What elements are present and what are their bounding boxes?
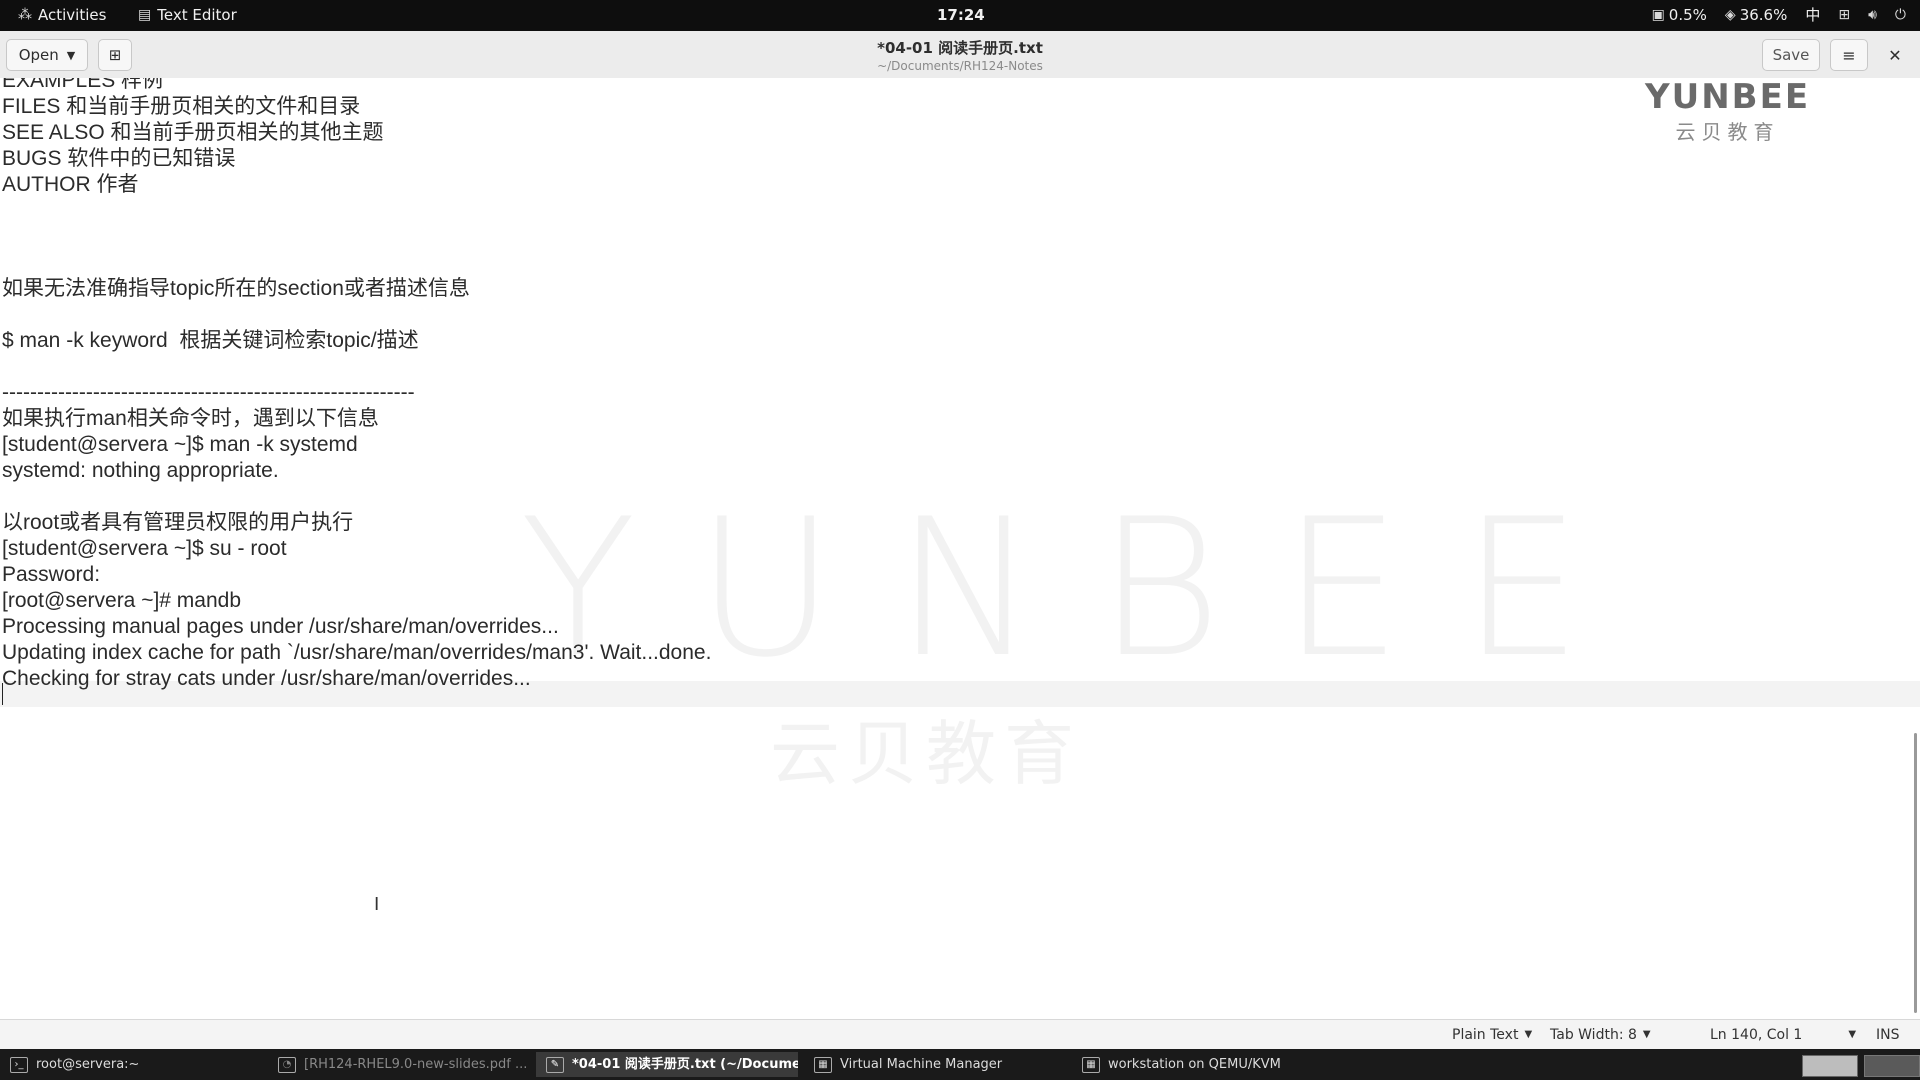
network-icon[interactable]: ⊞ <box>1838 0 1850 31</box>
text-editor-icon: ✎ <box>546 1056 564 1073</box>
close-icon: ✕ <box>1888 45 1902 65</box>
power-icon[interactable]: ⏻ <box>1895 0 1906 31</box>
cursor-position-label: Ln 140, Col 1 <box>1710 1027 1803 1043</box>
editor-line[interactable]: [student@servera ~]$ man -k systemd <box>2 432 711 458</box>
app-menu[interactable]: ▤ Text Editor <box>138 0 237 31</box>
taskbar-item-label: [RH124-RHEL9.0-new-slides.pdf ... <box>304 1057 528 1072</box>
editor-line[interactable]: $ man -k keyword 根据关键词检索topic/描述 <box>2 328 711 354</box>
editor-line[interactable]: FILES 和当前手册页相关的文件和目录 <box>2 94 711 120</box>
yunbee-logo: YUNBEE 云贝教育 <box>1645 78 1810 145</box>
watermark-cn-text: 云贝教育 <box>770 713 1082 795</box>
virtual-machine-icon: ▦ <box>1082 1056 1100 1073</box>
editor-line[interactable] <box>2 224 711 250</box>
text-cursor <box>2 683 3 705</box>
editor-line[interactable] <box>2 302 711 328</box>
activities-button[interactable]: ⁂ Activities <box>18 0 106 31</box>
cpu-value: 0.5% <box>1668 6 1707 24</box>
workspace-1[interactable] <box>1802 1055 1858 1077</box>
editor-line[interactable]: [root@servera ~]# mandb <box>2 588 711 614</box>
editor-line[interactable] <box>2 250 711 276</box>
editor-line[interactable]: Password: <box>2 562 711 588</box>
editor-line[interactable]: 以root或者具有管理员权限的用户执行 <box>2 510 711 536</box>
editor-line[interactable]: Updating index cache for path `/usr/shar… <box>2 640 711 666</box>
new-document-icon: ⊞ <box>108 46 122 64</box>
logo-text-en: YUNBEE <box>1645 77 1811 117</box>
taskbar-item-virt-manager[interactable]: ▦ Virtual Machine Manager <box>804 1052 1066 1077</box>
editor-lines[interactable]: EXAMPLES 样例 FILES 和当前手册页相关的文件和目录 SEE ALSO … <box>2 78 711 718</box>
editor-line[interactable]: 如果执行man相关命令时，遇到以下信息 <box>2 406 711 432</box>
title-area: *04-01 阅读手册页.txt ~/Documents/RH124-Notes <box>760 37 1160 73</box>
language-selector[interactable]: Plain Text ▼ <box>1452 1020 1532 1050</box>
chevron-down-icon: ▼ <box>66 48 76 62</box>
insert-mode-indicator[interactable]: INS <box>1876 1020 1900 1050</box>
new-document-button[interactable]: ⊞ <box>98 39 132 71</box>
memory-icon: ◈ <box>1724 7 1736 23</box>
editor-line[interactable]: 如果无法准确指导topic所在的section或者描述信息 <box>2 276 711 302</box>
workspace-2[interactable] <box>1864 1055 1920 1077</box>
editor-line[interactable]: systemd: nothing appropriate. <box>2 458 711 484</box>
logo-text-cn: 云贝教育 <box>1675 120 1780 144</box>
tab-width-selector[interactable]: Tab Width: 8 ▼ <box>1550 1020 1651 1050</box>
editor-line[interactable]: EXAMPLES 样例 <box>2 78 711 94</box>
chevron-down-icon: ▼ <box>1642 1029 1651 1040</box>
close-button[interactable]: ✕ <box>1878 39 1912 71</box>
chevron-down-icon: ▼ <box>1848 1029 1857 1040</box>
editor-line[interactable]: [student@servera ~]$ su - root <box>2 536 711 562</box>
editor-line[interactable]: AUTHOR 作者 <box>2 172 711 198</box>
text-editor-area[interactable]: YUNBEE 云贝教育 EXAMPLES 样例 FILES 和当前手册页相关的文件… <box>0 78 1920 1019</box>
text-editor-icon: ▤ <box>138 7 152 23</box>
editor-line[interactable] <box>2 198 711 224</box>
taskbar-item-label: *04-01 阅读手册页.txt (~/Docume... <box>572 1057 798 1072</box>
input-method[interactable]: 中 <box>1805 0 1820 31</box>
taskbar-item-label: Virtual Machine Manager <box>840 1057 1003 1072</box>
clock[interactable]: 17:24 <box>937 0 985 31</box>
top-bar: ⁂ Activities ▤ Text Editor 17:24 ▣ 0.5% ◈… <box>0 0 1920 31</box>
editor-line[interactable] <box>2 354 711 380</box>
taskbar-item-terminal[interactable]: ›_ root@servera:~ <box>0 1052 262 1077</box>
editor-line[interactable]: SEE ALSO 和当前手册页相关的其他主题 <box>2 120 711 146</box>
document-title: *04-01 阅读手册页.txt <box>877 39 1043 57</box>
mouse-ibeam-icon: Ⅰ <box>374 894 380 915</box>
editor-line[interactable] <box>2 692 711 718</box>
header-bar: Open ▼ ⊞ *04-01 阅读手册页.txt ~/Documents/RH… <box>0 31 1920 79</box>
chevron-down-icon: ▼ <box>1524 1029 1533 1040</box>
memory-value: 36.6% <box>1739 6 1788 24</box>
volume-icon[interactable]: 🔊︎ <box>1868 0 1877 31</box>
taskbar-item-label: workstation on QEMU/KVM <box>1108 1057 1281 1072</box>
hamburger-icon: ≡ <box>1842 45 1856 65</box>
editor-line[interactable]: ----------------------------------------… <box>2 380 711 406</box>
taskbar-item-pdf[interactable]: ◔ [RH124-RHEL9.0-new-slides.pdf ... <box>268 1052 530 1077</box>
hamburger-menu-button[interactable]: ≡ <box>1830 39 1868 71</box>
editor-line[interactable]: Processing manual pages under /usr/share… <box>2 614 711 640</box>
taskbar-item-text-editor[interactable]: ✎ *04-01 阅读手册页.txt (~/Docume... <box>536 1052 798 1077</box>
memory-indicator[interactable]: ◈ 36.6% <box>1725 0 1787 31</box>
status-bar: Plain Text ▼ Tab Width: 8 ▼ Ln 140, Col … <box>0 1019 1920 1050</box>
virtual-machine-icon: ▦ <box>814 1056 832 1073</box>
terminal-icon: ›_ <box>10 1056 28 1073</box>
taskbar: ›_ root@servera:~ ◔ [RH124-RHEL9.0-new-s… <box>0 1049 1920 1080</box>
activities-label: Activities <box>38 6 107 24</box>
activities-icon: ⁂ <box>18 7 32 23</box>
system-tray[interactable]: ▣ 0.5% ◈ 36.6% 中 ⊞ 🔊︎ ⏻ <box>1652 0 1906 31</box>
tab-width-label: Tab Width: 8 <box>1550 1027 1637 1043</box>
editor-line[interactable] <box>2 484 711 510</box>
taskbar-item-workstation[interactable]: ▦ workstation on QEMU/KVM <box>1072 1052 1334 1077</box>
open-label: Open <box>18 46 59 64</box>
editor-line[interactable]: Checking for stray cats under /usr/share… <box>2 666 711 692</box>
editor-line[interactable]: BUGS 软件中的已知错误 <box>2 146 711 172</box>
vertical-scrollbar[interactable] <box>1914 733 1917 1013</box>
taskbar-item-label: root@servera:~ <box>36 1057 140 1072</box>
cpu-icon: ▣ <box>1651 7 1665 23</box>
open-button[interactable]: Open ▼ <box>6 39 88 71</box>
document-viewer-icon: ◔ <box>278 1056 296 1073</box>
save-button[interactable]: Save <box>1762 39 1820 71</box>
app-name: Text Editor <box>157 6 237 24</box>
clock-label: 17:24 <box>937 6 985 24</box>
language-label: Plain Text <box>1452 1027 1519 1043</box>
document-path: ~/Documents/RH124-Notes <box>877 59 1043 73</box>
cursor-position-selector[interactable]: Ln 140, Col 1 ▼ <box>1710 1020 1856 1050</box>
cpu-indicator[interactable]: ▣ 0.5% <box>1652 0 1707 31</box>
